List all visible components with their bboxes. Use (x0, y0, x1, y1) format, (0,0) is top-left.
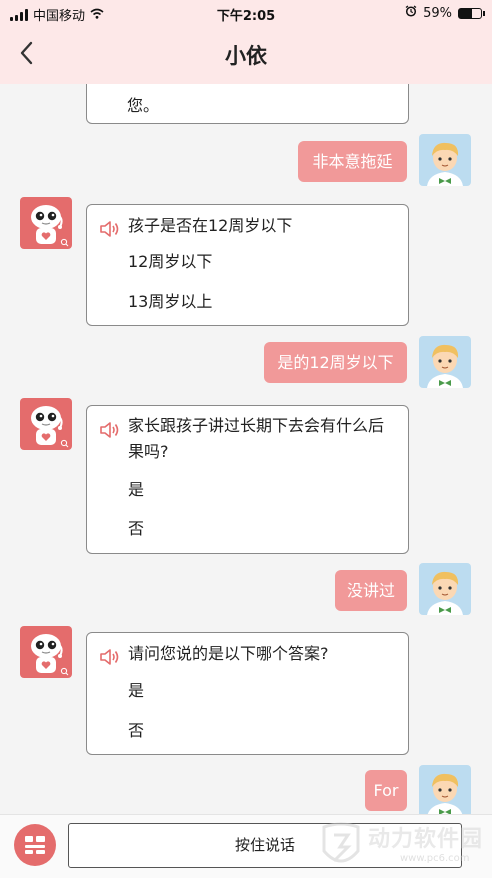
user-message-text: For (373, 781, 399, 800)
nav-header: 小依 (0, 26, 492, 84)
answer-option[interactable]: 是 (128, 476, 144, 500)
answer-option[interactable]: 否 (128, 717, 144, 741)
watermark-logo: 动力软件园 www.pc6.com (314, 819, 486, 875)
user-message-text: 是的12周岁以下 (277, 353, 394, 372)
robot-avatar (20, 626, 72, 678)
watermark-url: www.pc6.com (400, 853, 470, 864)
answer-option[interactable]: 13周岁以上 (128, 288, 212, 312)
speaker-icon[interactable] (99, 219, 121, 239)
alarm-icon (405, 5, 417, 21)
battery-percent: 59% (423, 5, 452, 21)
robot-avatar (20, 398, 72, 450)
user-avatar (419, 765, 471, 814)
user-message: 没讲过 (335, 570, 407, 611)
bot-question-bubble: 孩子是否在12周岁以下 12周岁以下 13周岁以上 (86, 204, 409, 326)
user-message-text: 非本意拖延 (312, 152, 393, 171)
status-right: 59% (405, 5, 485, 21)
bot-question-text: 孩子是否在12周岁以下 (128, 216, 293, 235)
user-message: 是的12周岁以下 (264, 342, 407, 383)
speaker-icon[interactable] (99, 420, 121, 440)
watermark-text: 动力软件园 (368, 827, 484, 852)
input-bar: 按住说话 动力软件园 www.pc6.com (0, 814, 492, 878)
user-avatar (419, 563, 471, 615)
speaker-icon[interactable] (99, 647, 121, 667)
user-message: 非本意拖延 (298, 141, 407, 182)
user-message: For (365, 770, 407, 811)
bot-question-text: 请问您说的是以下哪个答案? (128, 644, 329, 663)
menu-grid-icon[interactable] (14, 824, 56, 866)
answer-option[interactable]: 12周岁以下 (128, 248, 212, 272)
bot-question-bubble: 请问您说的是以下哪个答案? 是 否 (86, 632, 409, 755)
battery-icon (458, 7, 485, 19)
page-title: 小依 (225, 44, 267, 68)
user-avatar (419, 336, 471, 388)
user-avatar (419, 134, 471, 186)
bot-partial-text: 您。 (127, 96, 160, 115)
bot-bubble-partial: 您。 (86, 84, 409, 124)
user-message-text: 没讲过 (346, 581, 395, 600)
answer-option[interactable]: 否 (128, 515, 144, 539)
chat-area[interactable]: 您。 非本意拖延 孩子是否在12周岁以下 12周岁以下 13周岁以上 是的12周… (0, 84, 492, 814)
bot-question-text: 家长跟孩子讲过长期下去会有什么后果吗? (128, 416, 385, 461)
robot-avatar (20, 197, 72, 249)
answer-option[interactable]: 是 (128, 677, 144, 701)
status-bar: 中国移动 下午2:05 59% (0, 0, 492, 26)
bot-question-bubble: 家长跟孩子讲过长期下去会有什么后果吗? 是 否 (86, 405, 409, 554)
